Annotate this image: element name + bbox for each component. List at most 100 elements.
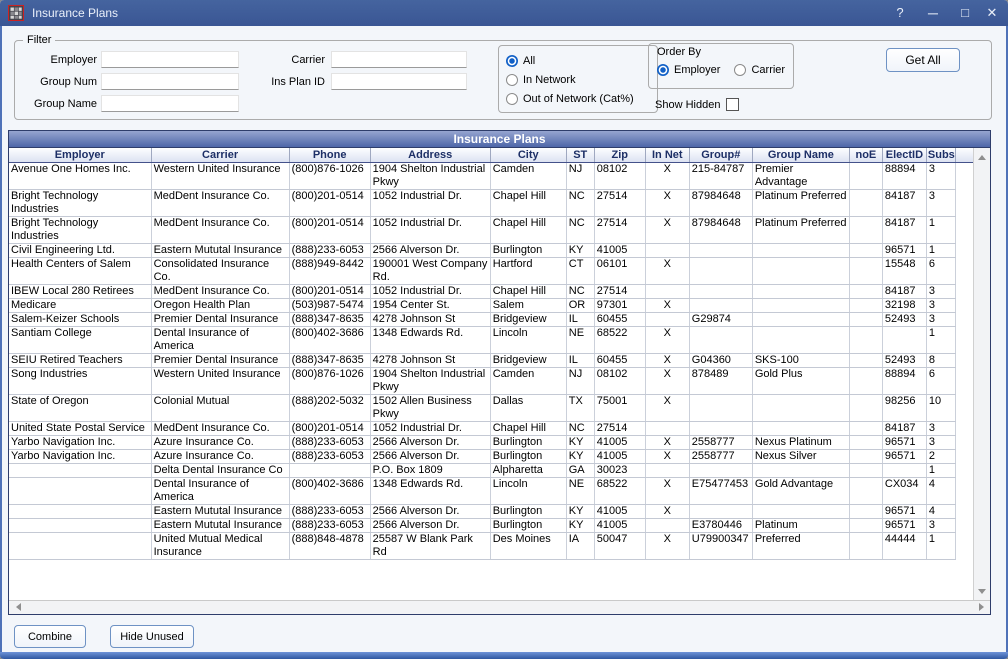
table-row[interactable]: Delta Dental Insurance CoP.O. Box 1809Al… [9, 463, 956, 477]
table-row[interactable]: Salem-Keizer SchoolsPremier Dental Insur… [9, 312, 956, 326]
cell-group_num: 878489 [689, 367, 752, 394]
cell-zip: 08102 [594, 367, 645, 394]
cell-address: 1954 Center St. [370, 298, 490, 312]
radio-in-network[interactable]: In Network [506, 70, 657, 89]
column-header-phone[interactable]: Phone [289, 148, 370, 162]
hide-unused-button[interactable]: Hide Unused [110, 625, 194, 648]
minimize-icon[interactable]: ─ [920, 0, 946, 26]
cell-elect_id [882, 326, 926, 353]
radio-out-of-network-cat[interactable]: Out of Network (Cat%) [506, 89, 657, 108]
table-row[interactable]: Eastern Mututal Insurance(888)233-605325… [9, 518, 956, 532]
cell-employer [9, 504, 151, 518]
cell-employer: Bright Technology Industries [9, 189, 151, 216]
cell-st: KY [566, 518, 594, 532]
cell-zip: 27514 [594, 216, 645, 243]
group-name-field[interactable] [101, 95, 239, 112]
table-row[interactable]: Bright Technology IndustriesMedDent Insu… [9, 189, 956, 216]
column-header-elect_id[interactable]: ElectID [882, 148, 926, 162]
table-row[interactable]: MedicareOregon Health Plan(503)987-54741… [9, 298, 956, 312]
column-header-address[interactable]: Address [370, 148, 490, 162]
ins-plan-id-field[interactable] [331, 73, 467, 90]
column-header-noe[interactable]: noE [849, 148, 882, 162]
radio-icon[interactable] [506, 74, 518, 86]
column-header-carrier[interactable]: Carrier [151, 148, 289, 162]
radio-all[interactable]: All [506, 51, 657, 70]
cell-zip: 41005 [594, 518, 645, 532]
horizontal-scrollbar[interactable] [9, 600, 990, 614]
scroll-up-icon[interactable] [974, 149, 990, 165]
cell-noe [849, 243, 882, 257]
table-row[interactable]: IBEW Local 280 RetireesMedDent Insurance… [9, 284, 956, 298]
cell-address: 1904 Shelton Industrial Pkwy [370, 367, 490, 394]
cell-in_net: X [645, 326, 689, 353]
group-num-field[interactable] [101, 73, 239, 90]
table-row[interactable]: Yarbo Navigation Inc.Azure Insurance Co.… [9, 449, 956, 463]
scroll-down-icon[interactable] [974, 583, 990, 599]
cell-group_name [752, 421, 849, 435]
cell-elect_id: CX034 [882, 477, 926, 504]
cell-address: 2566 Alverson Dr. [370, 435, 490, 449]
table-row[interactable]: Civil Engineering Ltd.Eastern Mututal In… [9, 243, 956, 257]
table-row[interactable]: Health Centers of SalemConsolidated Insu… [9, 257, 956, 284]
table-row[interactable]: Yarbo Navigation Inc.Azure Insurance Co.… [9, 435, 956, 449]
column-header-subs[interactable]: Subs [926, 148, 955, 162]
radio-employer[interactable]: Employer [657, 60, 720, 79]
table-row[interactable]: Bright Technology IndustriesMedDent Insu… [9, 216, 956, 243]
radio-icon[interactable] [506, 55, 518, 67]
cell-employer: Avenue One Homes Inc. [9, 162, 151, 189]
cell-address: 4278 Johnson St [370, 312, 490, 326]
scroll-left-icon[interactable] [10, 600, 26, 614]
maximize-icon[interactable]: □ [952, 0, 978, 26]
cell-st: NC [566, 284, 594, 298]
column-header-group_name[interactable]: Group Name [752, 148, 849, 162]
table-row[interactable]: Santiam CollegeDental Insurance of Ameri… [9, 326, 956, 353]
cell-group_name [752, 463, 849, 477]
radio-icon[interactable] [657, 64, 669, 76]
show-hidden-checkbox[interactable] [726, 98, 739, 111]
cell-city: Bridgeview [490, 353, 566, 367]
column-header-in_net[interactable]: In Net [645, 148, 689, 162]
cell-phone: (888)347-8635 [289, 312, 370, 326]
table-row[interactable]: Eastern Mututal Insurance(888)233-605325… [9, 504, 956, 518]
column-header-employer[interactable]: Employer [9, 148, 151, 162]
cell-in_net: X [645, 449, 689, 463]
cell-noe [849, 298, 882, 312]
vertical-scrollbar[interactable] [973, 148, 990, 600]
radio-icon[interactable] [734, 64, 746, 76]
table-row[interactable]: United Mutual Medical Insurance(888)848-… [9, 532, 956, 559]
table-row[interactable]: SEIU Retired TeachersPremier Dental Insu… [9, 353, 956, 367]
cell-group_name: Platinum Preferred [752, 189, 849, 216]
cell-carrier: Dental Insurance of America [151, 477, 289, 504]
cell-noe [849, 463, 882, 477]
cell-zip: 41005 [594, 449, 645, 463]
column-header-group_num[interactable]: Group# [689, 148, 752, 162]
cell-st: NE [566, 477, 594, 504]
cell-address: 2566 Alverson Dr. [370, 504, 490, 518]
column-header-zip[interactable]: Zip [594, 148, 645, 162]
table-row[interactable]: Avenue One Homes Inc.Western United Insu… [9, 162, 956, 189]
radio-carrier[interactable]: Carrier [734, 60, 785, 79]
insurance-plans-grid: Insurance Plans EmployerCarrierPhoneAddr… [8, 130, 991, 615]
table-row[interactable]: Dental Insurance of America(800)402-3686… [9, 477, 956, 504]
cell-carrier: MedDent Insurance Co. [151, 189, 289, 216]
help-icon[interactable]: ? [888, 0, 912, 26]
combine-button[interactable]: Combine [14, 625, 86, 648]
cell-city: Chapel Hill [490, 189, 566, 216]
cell-in_net: X [645, 367, 689, 394]
cell-subs: 3 [926, 518, 955, 532]
table-row[interactable]: State of OregonColonial Mutual(888)202-5… [9, 394, 956, 421]
close-icon[interactable]: ✕ [980, 0, 1004, 26]
cell-st: NC [566, 216, 594, 243]
carrier-field[interactable] [331, 51, 467, 68]
table-row[interactable]: United State Postal ServiceMedDent Insur… [9, 421, 956, 435]
get-all-button[interactable]: Get All [886, 48, 960, 72]
window-border-left [0, 26, 2, 659]
radio-icon[interactable] [506, 93, 518, 105]
scroll-right-icon[interactable] [973, 600, 989, 614]
column-header-city[interactable]: City [490, 148, 566, 162]
table-row[interactable]: Song IndustriesWestern United Insurance(… [9, 367, 956, 394]
column-header-st[interactable]: ST [566, 148, 594, 162]
employer-field[interactable] [101, 51, 239, 68]
cell-carrier: Eastern Mututal Insurance [151, 243, 289, 257]
cell-carrier: Colonial Mutual [151, 394, 289, 421]
